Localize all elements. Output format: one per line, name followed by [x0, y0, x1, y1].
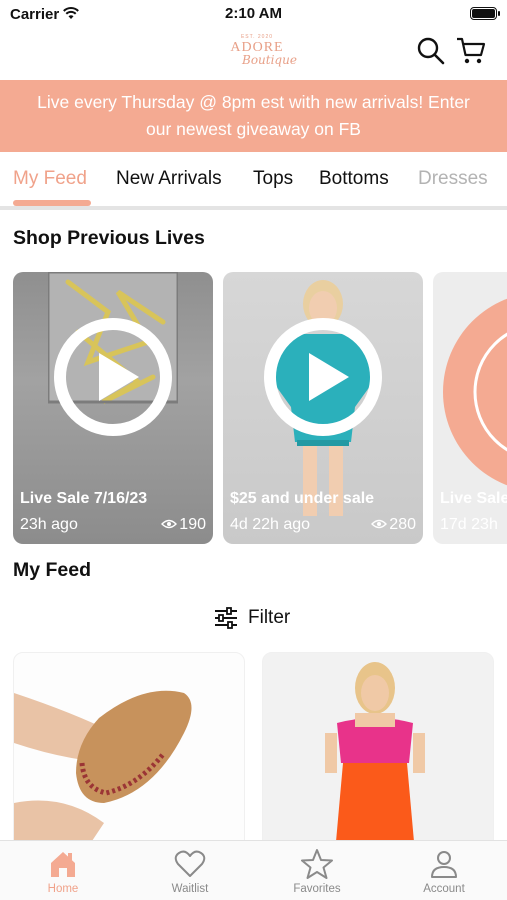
- product-card[interactable]: [262, 652, 494, 852]
- product-card[interactable]: [13, 652, 245, 852]
- active-tab-indicator: [13, 200, 91, 206]
- play-icon[interactable]: [262, 316, 384, 438]
- tabbar-favorites-label: Favorites: [293, 883, 341, 895]
- feed-section-title: My Feed: [13, 559, 92, 581]
- person-icon: [431, 851, 457, 878]
- filter-sliders-icon: [215, 607, 237, 629]
- eye-icon: [371, 519, 388, 528]
- tabbar-waitlist[interactable]: Waitlist: [127, 841, 253, 900]
- filter-button[interactable]: Filter: [214, 604, 290, 632]
- live-thumbnail-logo: [443, 298, 507, 486]
- tab-my-feed[interactable]: My Feed: [13, 168, 87, 190]
- tab-tops[interactable]: Tops: [253, 168, 293, 190]
- lives-section-title: Shop Previous Lives: [13, 227, 205, 249]
- live-card[interactable]: $25 and under sale 4d 22h ago 280: [223, 272, 423, 544]
- play-icon[interactable]: [52, 316, 174, 438]
- product-image-slipper: [14, 690, 192, 851]
- tabbar-favorites[interactable]: Favorites: [254, 841, 380, 900]
- tab-bottoms[interactable]: Bottoms: [319, 168, 389, 190]
- tabbar-account[interactable]: Account: [381, 841, 507, 900]
- tabbar-waitlist-label: Waitlist: [171, 883, 209, 895]
- tab-dresses[interactable]: Dresses: [418, 168, 488, 190]
- live-time-ago: 17d 23h: [440, 516, 498, 533]
- search-icon[interactable]: [416, 36, 446, 66]
- live-views-count: 280: [389, 516, 416, 533]
- category-tabs: My Feed New Arrivals Tops Bottoms Dresse…: [0, 152, 507, 210]
- clock: 2:10 AM: [225, 5, 282, 22]
- bottom-tab-bar: Home Waitlist Favorites Account: [0, 840, 507, 900]
- live-title: Live Sale 7/16/23: [20, 490, 148, 507]
- status-bar: Carrier 2:10 AM: [0, 0, 507, 28]
- lives-carousel[interactable]: Live Sale 7/16/23 23h ago 190 $25 and un…: [13, 272, 507, 544]
- live-views: 190: [161, 516, 206, 534]
- banner-line-2: our newest giveaway on FB: [146, 119, 361, 139]
- live-title: $25 and under sale: [230, 490, 375, 507]
- tabbar-home-label: Home: [47, 883, 79, 895]
- heart-icon: [174, 850, 206, 877]
- filter-label: Filter: [248, 607, 291, 628]
- cart-icon[interactable]: [456, 36, 486, 66]
- app-header: EST. 2020 ADORE Boutique: [0, 28, 507, 80]
- brand-logo[interactable]: EST. 2020 ADORE Boutique: [222, 34, 297, 76]
- home-icon: [51, 852, 75, 877]
- tab-new-arrivals[interactable]: New Arrivals: [116, 168, 222, 190]
- live-title: Live Sale: [440, 490, 507, 507]
- live-views-count: 190: [179, 516, 206, 533]
- live-views: 280: [371, 516, 416, 534]
- live-time-ago: 23h ago: [20, 516, 78, 533]
- eye-icon: [161, 519, 178, 528]
- banner-line-1: Live every Thursday @ 8pm est with new a…: [37, 92, 470, 112]
- live-card[interactable]: Live Sale 7/16/23 23h ago 190: [13, 272, 213, 544]
- live-card[interactable]: Live Sale 17d 23h: [433, 272, 507, 544]
- tabbar-home[interactable]: Home: [0, 841, 126, 900]
- battery-icon: [470, 7, 500, 20]
- live-time-ago: 4d 22h ago: [230, 516, 311, 533]
- product-image-dress: [325, 662, 425, 851]
- tabbar-account-label: Account: [423, 883, 465, 895]
- star-icon: [301, 849, 333, 879]
- promo-banner[interactable]: Live every Thursday @ 8pm est with new a…: [0, 80, 507, 152]
